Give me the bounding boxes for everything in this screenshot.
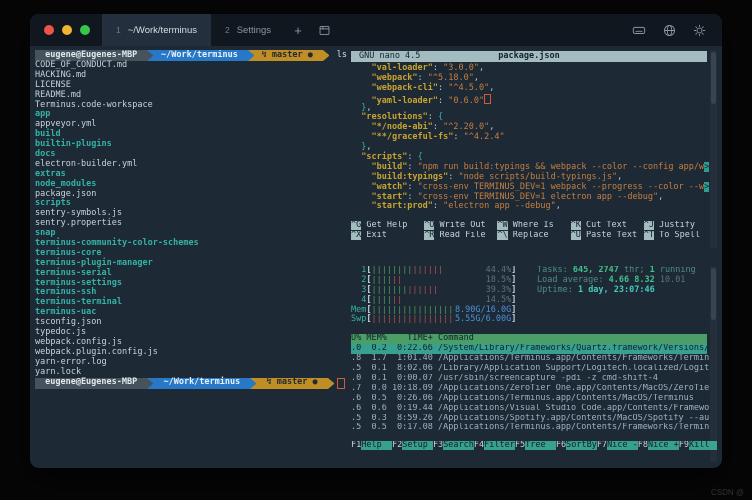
shell-prompt-line: eugene@Eugenes-MBP ~/Work/terminus ↯ mas…: [35, 378, 347, 389]
file-entry: yarn-error.log: [35, 358, 347, 368]
typed-command: ls: [327, 51, 347, 61]
minimize-window-button[interactable]: [62, 25, 72, 35]
nano-line: "**/graceful-fs": "^4.2.4": [351, 133, 717, 143]
gear-icon[interactable]: [686, 24, 712, 37]
titlebar-actions: [626, 14, 712, 46]
powerline-arrow-icon: [328, 378, 334, 389]
prompt-git-segment: ↯ master ●: [256, 378, 327, 389]
htop-terminal-pane[interactable]: 1[||||||||||||||44.4%] 2[||||||18.5%] 3[…: [351, 266, 717, 462]
new-tab-button[interactable]: +: [285, 14, 311, 46]
process-row: .5 0.5 0:17.08 /Applications/Terminus.ap…: [351, 423, 717, 433]
desktop-background: 1 ~/Work/terminus 2 Settings +: [0, 0, 752, 500]
globe-icon[interactable]: [656, 24, 682, 37]
meter-line: Swp[||||||||||||||||5.55G/6.00G]: [351, 315, 529, 325]
powerline-arrow-icon: [147, 50, 151, 61]
text-cursor: [484, 94, 491, 104]
htop-function-key-bar: F1Help F2Setup F3SearchF4FilterF5Tree F6…: [351, 441, 717, 451]
process-row: .8 1.7 1:01.40 /Applications/Terminus.ap…: [351, 354, 717, 364]
terminus-app-window: 1 ~/Work/terminus 2 Settings +: [30, 14, 722, 468]
nano-shortcut: ^R Read File: [424, 231, 497, 241]
nano-line: "yaml-loader": "0.6.0": [351, 94, 717, 104]
process-row: .6 0.6 0:19.44 /Applications/Visual Stud…: [351, 404, 717, 414]
tab-number: 1: [116, 25, 121, 35]
powerline-arrow-icon: [147, 378, 153, 389]
file-entry: electron-builder.yml: [35, 160, 347, 170]
file-entry: HACKING.md: [35, 71, 347, 81]
nano-shortcut: ^W Where Is: [497, 221, 570, 231]
scrollbar[interactable]: [710, 50, 717, 248]
file-entry: sentry.properties: [35, 219, 347, 229]
powerline-arrow-icon: [250, 378, 256, 389]
process-table: .0 0.2 0:22.66 /System/Library/Framework…: [351, 344, 717, 433]
nano-shortcut: ^\ Replace: [497, 231, 570, 241]
file-entry: Terminus.code-workspace: [35, 101, 347, 111]
process-row-selected: .0 0.2 0:22.66 /System/Library/Framework…: [351, 344, 707, 354]
window-controls: [30, 14, 102, 46]
tab-number: 2: [225, 25, 230, 35]
file-entry: package.json: [35, 190, 347, 200]
nano-filename: package.json: [351, 52, 707, 62]
tab-label: Settings: [237, 25, 271, 36]
htop-summary: Tasks: 645, 2747 thr; 1 runningLoad aver…: [537, 266, 696, 325]
tab-label: ~/Work/terminus: [128, 25, 197, 36]
shell-terminal-pane[interactable]: eugene@Eugenes-MBP ~/Work/terminus ↯ mas…: [35, 50, 347, 462]
powerline-arrow-icon: [248, 50, 252, 61]
nano-terminal-pane[interactable]: GNU nano 4.5 package.json "val-loader": …: [351, 50, 717, 248]
scrollbar[interactable]: [710, 266, 717, 462]
htop-fkey-F5: F5Tree: [515, 441, 556, 451]
file-entry: LICENSE: [35, 81, 347, 91]
zoom-window-button[interactable]: [80, 25, 90, 35]
powerline-arrow-icon: [323, 50, 327, 61]
nano-shortcut: ^U Paste Text: [571, 231, 644, 241]
terminal-area: eugene@Eugenes-MBP ~/Work/terminus ↯ mas…: [30, 46, 722, 468]
prompt-git-segment: ↯ master ●: [252, 50, 323, 61]
nano-shortcut: ^X Exit: [351, 231, 424, 241]
nano-shortcut: ^G Get Help: [351, 221, 424, 231]
process-row: .5 0.1 8:02.06 /Library/Application Supp…: [351, 364, 717, 374]
tab-bar: 1 ~/Work/terminus 2 Settings +: [30, 14, 722, 46]
nano-shortcut: ^J Justify: [644, 221, 717, 231]
keyboard-icon[interactable]: [626, 23, 652, 37]
process-row: .5 0.3 8:59.26 /Applications/Spotify.app…: [351, 414, 717, 424]
htop-fkey-F6: F6SortBy: [556, 441, 597, 451]
directory-entry: builtin-plugins: [35, 140, 347, 150]
scrollbar-thumb[interactable]: [711, 268, 716, 320]
nano-shortcut: ^K Cut Text: [571, 221, 644, 231]
htop-fkey-F7: F7Nice -: [597, 441, 638, 451]
process-row: .7 0.0 10:18.09 /Applications/ZeroTier O…: [351, 384, 717, 394]
ls-output: CODE_OF_CONDUCT.mdHACKING.mdLICENSEREADM…: [35, 61, 347, 378]
htop-fkey-F2: F2Setup: [392, 441, 433, 451]
cpu-memory-meters: 1[||||||||||||||44.4%] 2[||||||18.5%] 3[…: [351, 266, 529, 325]
nano-line: "start:prod": "electron app --debug",: [351, 202, 717, 212]
nano-line: "webpack-cli": "^4.5.0",: [351, 84, 717, 94]
close-window-button[interactable]: [44, 25, 54, 35]
tab-work-terminus[interactable]: 1 ~/Work/terminus: [102, 14, 211, 46]
htop-fkey-F8: F8Nice +: [638, 441, 679, 451]
nano-titlebar: GNU nano 4.5 package.json: [351, 51, 707, 62]
scrollbar-thumb[interactable]: [711, 52, 716, 104]
watermark: CSDN @: [711, 488, 744, 497]
nano-shortcut: ^O Write Out: [424, 221, 497, 231]
htop-fkey-F4: F4Filter: [474, 441, 515, 451]
htop-fkey-F3: F3Search: [433, 441, 474, 451]
file-entry: appveyor.yml: [35, 120, 347, 130]
htop-fkey-F1: F1Help: [351, 441, 392, 451]
process-row: .6 0.5 0:26.06 /Applications/Terminus.ap…: [351, 394, 717, 404]
text-cursor: [337, 378, 345, 389]
nano-shortcut-bar: ^G Get Help^O Write Out^W Where Is^K Cut…: [351, 221, 717, 241]
profiles-icon[interactable]: [311, 14, 337, 46]
nano-shortcut: ^T To Spell: [644, 231, 717, 241]
process-row: .0 0.1 0:00.07 /usr/sbin/screencapture -…: [351, 374, 717, 384]
nano-editor-content: "val-loader": "3.0.0", "webpack": "^5.18…: [351, 64, 717, 212]
htop-summary-line: Uptime: 1 day, 23:07:46: [537, 286, 696, 296]
prompt-path-segment: ~/Work/terminus: [153, 378, 250, 389]
prompt-user-segment: eugene@Eugenes-MBP: [35, 378, 147, 389]
tab-settings[interactable]: 2 Settings: [211, 14, 285, 46]
process-table-header: U% MEM% TIME+ Command: [351, 334, 707, 344]
prompt-path-segment: ~/Work/terminus: [151, 50, 248, 61]
